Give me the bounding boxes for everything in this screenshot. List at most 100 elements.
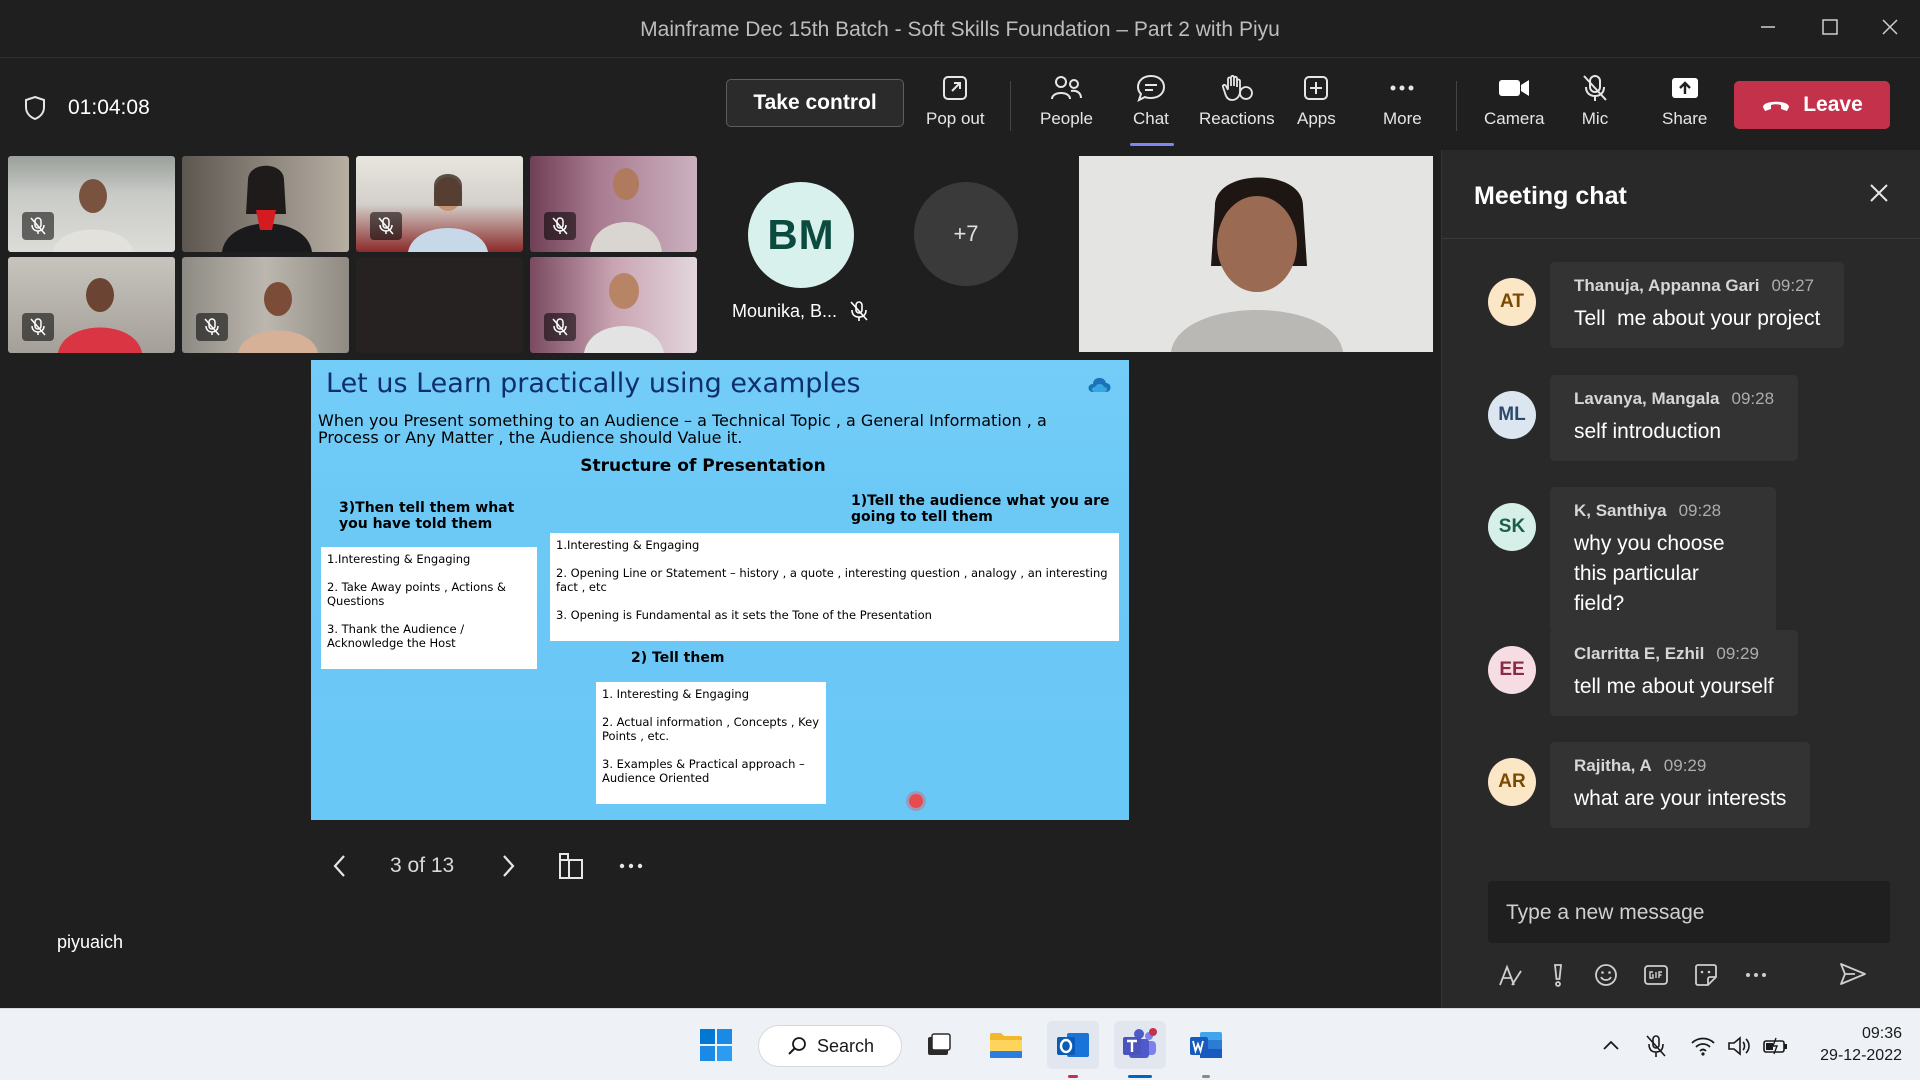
important-icon[interactable] [1546,961,1570,989]
taskbar-search[interactable]: Search [758,1025,902,1067]
teams-icon [1123,1028,1157,1058]
message-compose-input[interactable]: Type a new message [1488,881,1890,943]
share-icon [1671,78,1698,98]
chevron-up-icon[interactable] [1600,1035,1622,1057]
participant-video-tile[interactable] [8,257,175,353]
people-button[interactable]: People [1040,73,1093,143]
message-text: why you choose this particular field? [1574,532,1731,615]
participant-silhouette [222,165,312,252]
more-options-icon[interactable] [616,851,646,881]
participant-video-tile[interactable] [182,156,349,252]
gif-icon[interactable] [1642,961,1670,989]
participant-name: Mounika, B... [732,300,838,321]
participant-avatar[interactable]: BM [748,182,854,288]
cloud-logo-icon [1088,377,1111,392]
share-button[interactable]: Share [1662,73,1707,143]
mic-muted-icon [22,313,54,341]
maximize-button[interactable] [1806,12,1854,46]
reactions-button[interactable]: Reactions [1199,73,1275,143]
word-button[interactable] [1180,1021,1232,1069]
share-label: Share [1662,109,1708,128]
mic-button[interactable]: Mic [1580,73,1610,143]
outlook-button[interactable] [1047,1021,1099,1069]
apps-button[interactable]: Apps [1297,73,1336,143]
take-control-button[interactable]: Take control [726,79,904,127]
format-icon[interactable] [1496,961,1524,989]
file-explorer-button[interactable] [980,1021,1032,1069]
task-view-button[interactable] [912,1021,964,1069]
more-options-icon[interactable] [1742,961,1770,989]
participant-video-tile[interactable] [182,257,349,353]
section1-item: 2. Opening Line or Statement – history ,… [556,566,1108,594]
leave-button[interactable]: Leave [1734,81,1890,129]
chat-bubble[interactable]: Thanuja, Appanna Gari 09:27 Tell me about… [1550,262,1845,348]
slide-grid-icon[interactable] [556,851,586,881]
emoji-icon[interactable] [1592,961,1620,989]
battery-icon[interactable] [1762,1035,1790,1057]
toolbar-divider [1456,81,1457,131]
chevron-right-icon[interactable] [496,851,520,881]
apps-label: Apps [1297,109,1336,128]
mic-muted-icon [370,212,402,240]
chat-bubble[interactable]: Clarritta E, Ezhil 09:29 tell me about yo… [1550,630,1798,716]
chat-bubble[interactable]: Lavanya, Mangala 09:28 self introduction [1550,375,1799,461]
folder-icon [990,1033,1022,1058]
participant-video-tile[interactable] [8,156,175,252]
slide-navigation: 3 of 13 [328,846,646,886]
sticker-icon[interactable] [1692,961,1720,989]
chat-message: SK K, Santhiya 09:28 why you choose this … [1488,487,1776,633]
participant-video-tile[interactable] [356,257,523,353]
meeting-stage: BM Mounika, B... +7 Let us Learn practic… [0,150,1440,1008]
slide-counter: 3 of 13 [390,854,455,877]
clock-time: 09:36 [1861,1025,1902,1042]
active-speaker-video[interactable] [1079,156,1433,352]
mic-muted-icon [544,212,576,240]
more-participants-button[interactable]: +7 [914,182,1018,286]
chat-bubble[interactable]: Rajitha, A 09:29 what are your interests [1550,742,1811,828]
taskbar-clock[interactable]: 09:36 29-12-2022 [1806,1023,1902,1067]
search-label: Search [817,1035,875,1056]
window-title: Mainframe Dec 15th Batch - Soft Skills F… [640,18,1280,41]
participant-video-tile[interactable] [530,156,697,252]
participant-video-tile[interactable] [530,257,697,353]
chat-message: EE Clarritta E, Ezhil 09:29 tell me about… [1488,630,1798,716]
toolbar-divider [1010,81,1011,131]
section2-item: 2. Actual information , Concepts , Key P… [602,715,820,743]
mic-muted-icon [196,313,228,341]
close-icon[interactable] [1868,182,1890,204]
people-icon [1051,76,1083,100]
message-time: 09:28 [1731,389,1775,408]
running-indicator [1068,1075,1078,1078]
chat-button[interactable]: Chat [1133,73,1169,143]
message-author: Lavanya, Mangala [1574,389,1720,408]
teams-button[interactable] [1114,1021,1166,1069]
section1-heading: 1)Tell the audience what you are going t… [851,493,1110,525]
meeting-timer: 01:04:08 [68,96,150,119]
mic-muted-icon[interactable] [1644,1033,1668,1059]
mic-muted-icon [22,212,54,240]
participant-name-row: Mounika, B... [732,300,869,322]
camera-button[interactable]: Camera [1484,73,1544,143]
people-label: People [1040,109,1093,128]
pop-out-button[interactable]: Pop out [926,73,985,143]
chat-bubble[interactable]: K, Santhiya 09:28 why you choose this par… [1550,487,1776,633]
section3-item: 1.Interesting & Engaging [327,552,471,566]
send-icon[interactable] [1838,960,1868,988]
phone-hangup-icon [1763,101,1790,111]
avatar: AT [1488,278,1536,326]
participant-video-tile[interactable] [356,156,523,252]
avatar: EE [1488,646,1536,694]
minimize-button[interactable] [1744,12,1792,46]
close-window-button[interactable] [1866,12,1914,46]
shield-icon [25,95,45,121]
section3-box: 1.Interesting & Engaging 2. Take Away po… [321,547,537,669]
more-button[interactable]: More [1383,73,1422,143]
slide-structure-heading: Structure of Presentation [580,456,826,476]
mic-muted-icon [850,301,868,321]
pop-out-label: Pop out [926,109,985,128]
volume-icon[interactable] [1726,1035,1752,1057]
start-button[interactable] [690,1021,742,1069]
section1-item: 1.Interesting & Engaging [556,538,700,552]
chevron-left-icon[interactable] [328,851,352,881]
wifi-icon[interactable] [1690,1035,1716,1057]
